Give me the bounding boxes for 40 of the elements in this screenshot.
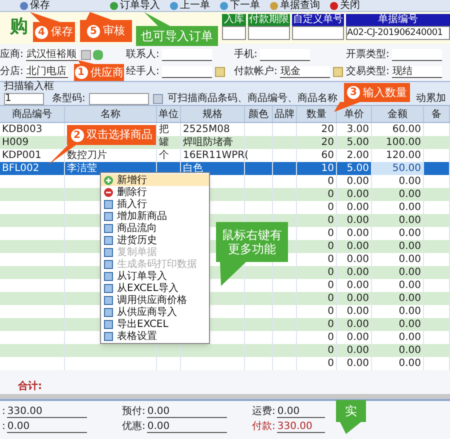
step-number: 5 (87, 24, 100, 38)
summary-label: : (2, 405, 6, 419)
total-label: 合计: (17, 380, 43, 394)
callout-text: 审核 (103, 24, 125, 38)
summary-label: 付款: (252, 420, 276, 434)
field-label: 应商: (0, 48, 24, 62)
header-label: 付款期限 (248, 14, 290, 26)
header-label: 自定义单号 (292, 14, 344, 26)
callout-text: 保存 (51, 25, 73, 39)
summary-label: 运费: (252, 404, 276, 419)
field-label: 交易类型: (346, 64, 390, 79)
table-cell: 0.00 (372, 357, 424, 370)
field-label: 付款帐户: (234, 64, 278, 79)
table-cell: 50.00 (372, 162, 424, 175)
table-cell: 0.00 (337, 357, 372, 370)
step-number: 2 (70, 128, 84, 142)
step-number: 3 (347, 86, 360, 99)
field-label: 开票类型: (346, 48, 390, 62)
header-label: 入库 (222, 14, 246, 26)
callout-text: 鼠标右键有更多功能 (221, 228, 283, 256)
callout-text: 也可导入订单 (141, 29, 213, 43)
callout-text: 实 (345, 404, 357, 418)
scan-hint: 可扫描商品条码、商品编号、商品名称 (167, 92, 338, 106)
field-label: 联系人: (126, 48, 160, 62)
step-number: 1 (74, 66, 88, 79)
header-label: 单据编号 (346, 14, 450, 26)
summary-label: 预付: (122, 405, 146, 419)
scan-hint-end: 动累加 (416, 92, 446, 106)
group-legend: 扫描输入框 (4, 82, 54, 92)
summary-label: : (2, 420, 6, 434)
step-number: 4 (35, 26, 48, 38)
barcode-label: 条型码: (52, 92, 86, 106)
form-title: 购 (10, 16, 28, 37)
field-label: 经手人: (126, 64, 160, 79)
field-label: 分店: (0, 64, 24, 79)
summary-label: 优惠: (122, 420, 146, 434)
table-cell: 0 (297, 357, 337, 370)
callout-text: 输入数量 (363, 86, 407, 100)
field-label: 手机: (234, 48, 258, 62)
callout-text: 供应商 (90, 66, 124, 80)
